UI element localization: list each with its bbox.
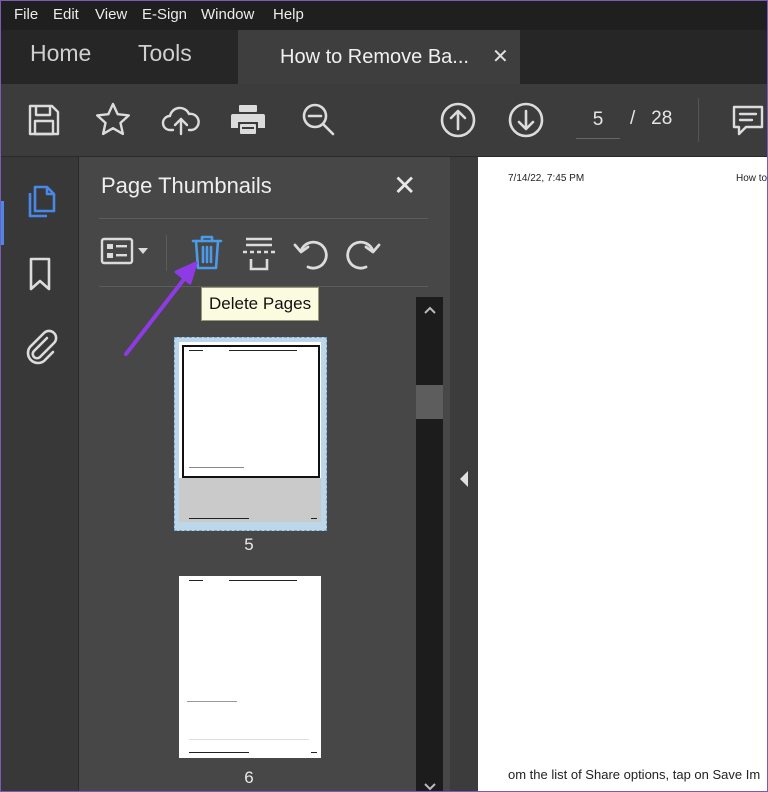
page-down-icon[interactable] [506,100,546,140]
rail-selected-indicator [0,201,4,245]
doc-header-date: 7/14/22, 7:45 PM [508,173,585,184]
annotation-arrow [124,261,198,356]
tab-document[interactable]: How to Remove Ba... ✕ [238,30,520,84]
menu-window[interactable]: Window [201,6,254,23]
thumb-text [311,752,317,753]
doc-body-text: om the list of Share options, tap on Sav… [508,767,761,782]
tab-bar: Home Tools How to Remove Ba... ✕ [0,30,768,84]
menu-esign[interactable]: E-Sign [142,6,187,23]
thumbnail-page-number: 6 [244,768,254,787]
rotate-right-icon[interactable] [343,231,383,273]
bookmark-icon[interactable] [20,254,60,294]
scroll-down-icon[interactable] [423,782,437,792]
toolbar-divider [698,98,699,142]
document-page: 7/14/22, 7:45 PM How to om the list of S… [478,157,768,792]
attachment-icon[interactable] [20,325,60,365]
divider [99,218,428,219]
thumb-text [189,518,249,519]
menu-file[interactable]: File [14,6,38,23]
print-icon[interactable] [228,100,268,140]
scroll-up-icon[interactable] [423,305,437,315]
page-separator: / [630,108,636,129]
thumb-rule [189,739,309,740]
page-number-input[interactable]: 5 [576,108,620,139]
thumb-text [189,580,203,581]
save-icon[interactable] [24,100,64,140]
delete-pages-tooltip: Delete Pages [201,287,320,321]
total-pages: 28 [651,108,673,129]
tab-document-title: How to Remove Ba... [280,46,469,68]
page-up-icon[interactable] [438,100,478,140]
zoom-out-icon[interactable] [298,100,338,140]
pages-icon[interactable] [20,182,60,222]
thumb-text [229,350,297,351]
thumb-text [311,518,317,519]
menu-view[interactable]: View [95,6,127,23]
selection-box [182,345,320,478]
comment-icon[interactable] [728,100,768,140]
close-icon[interactable]: ✕ [492,44,509,69]
rotate-left-icon[interactable] [291,231,331,273]
main-toolbar: 5 / 28 [0,84,768,157]
extract-icon[interactable] [239,231,279,273]
left-rail [0,157,79,792]
thumb-text [229,580,297,581]
menu-edit[interactable]: Edit [53,6,79,23]
thumbnails-scrollbar[interactable] [416,297,443,792]
menu-help[interactable]: Help [273,6,304,23]
panel-collapse-strip[interactable] [450,157,478,792]
thumbnail-page [179,342,321,522]
upload-cloud-icon[interactable] [161,100,201,140]
thumb-text [189,467,244,468]
tab-tools[interactable]: Tools [138,40,192,67]
thumb-text [189,752,249,753]
panel-title: Page Thumbnails [101,173,272,198]
thumb-text [187,701,237,702]
menu-bar: File Edit View E-Sign Window Help [0,0,768,30]
tab-home[interactable]: Home [30,40,91,67]
thumb-gray-area [179,478,321,522]
thumbnail-selected[interactable] [174,337,327,531]
scrollbar-thumb[interactable] [416,385,443,419]
close-icon[interactable]: ✕ [393,169,416,202]
thumbnail-page-number: 5 [244,535,254,554]
doc-header-title: How to [736,173,768,184]
star-icon[interactable] [93,100,133,140]
collapse-left-icon[interactable] [458,470,470,488]
thumbnail-page[interactable] [179,576,321,758]
page-count: / 28 [630,108,672,130]
